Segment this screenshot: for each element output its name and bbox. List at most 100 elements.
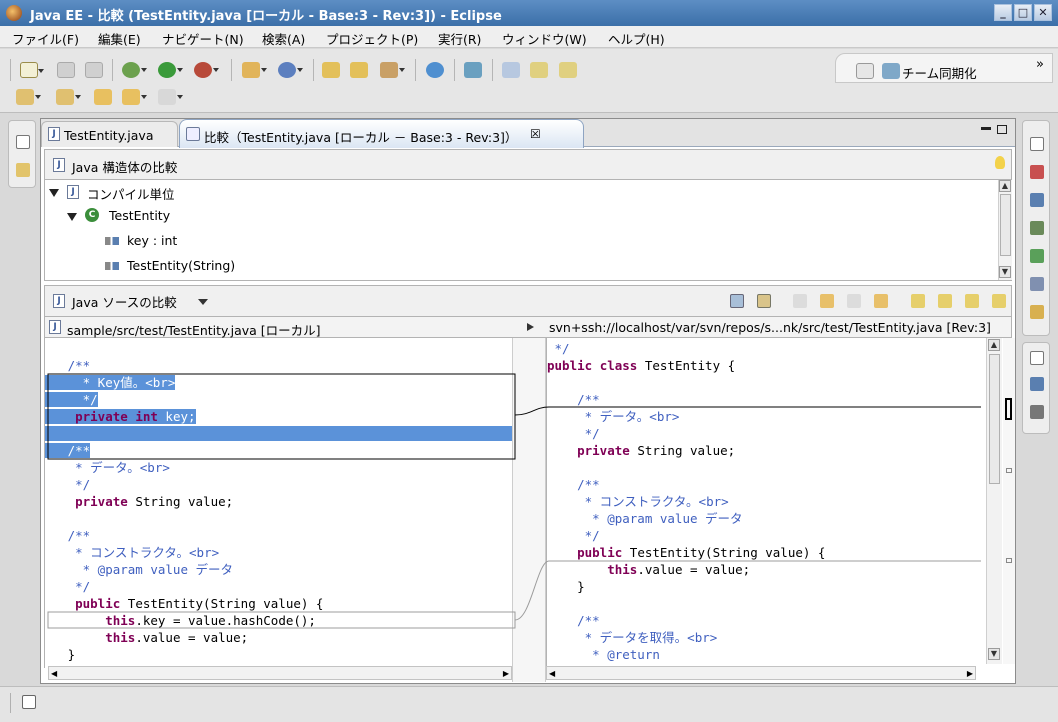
menu-edit[interactable]: 編集(E): [98, 29, 141, 48]
new-web-service-icon[interactable]: [278, 62, 303, 78]
code-line[interactable]: * コンストラクタ。<br>: [45, 544, 219, 561]
collapse-triangle-icon[interactable]: [49, 189, 59, 197]
code-line[interactable]: */: [547, 340, 570, 357]
copy-current-left-to-right-icon[interactable]: [847, 294, 861, 308]
code-line[interactable]: * @param value データ: [45, 561, 233, 578]
code-line[interactable]: /**: [45, 527, 91, 544]
overview-ruler-diff-marker[interactable]: [1006, 558, 1012, 563]
run-icon[interactable]: [158, 62, 183, 78]
copy-all-right-to-left-icon[interactable]: [820, 294, 834, 308]
tree-item-field-key[interactable]: key : int: [127, 233, 177, 248]
code-line[interactable]: [45, 425, 512, 442]
next-change-icon[interactable]: [965, 294, 979, 308]
code-line[interactable]: * データ。<br>: [45, 459, 170, 476]
code-line[interactable]: this.key = value.hashCode();: [45, 612, 316, 629]
perspective-team-sync-label[interactable]: チーム同期化: [902, 63, 977, 82]
forward-icon[interactable]: [158, 89, 183, 105]
scrollbar-thumb[interactable]: [1000, 194, 1011, 256]
minimize-editor-icon[interactable]: [981, 127, 991, 130]
maximize-button[interactable]: □: [1014, 4, 1032, 21]
servers-view-icon[interactable]: [1030, 249, 1044, 263]
next-edit-icon[interactable]: [16, 89, 41, 105]
copy-right-to-left-icon[interactable]: [527, 323, 534, 331]
synchronize-icon[interactable]: [464, 62, 482, 78]
code-line[interactable]: this.value = value;: [547, 561, 750, 578]
restore-icon[interactable]: [16, 135, 30, 149]
code-line[interactable]: * @return: [547, 646, 660, 663]
left-source-pane[interactable]: /** * Key値。<br> */ private int key; /** …: [44, 338, 512, 668]
tab-compare[interactable]: 比較（TestEntity.java [ローカル － Base:3 - Rev:…: [179, 119, 584, 148]
code-line[interactable]: /**: [45, 357, 91, 374]
scroll-left-arrow[interactable]: ◀: [51, 669, 57, 678]
overview-ruler-diff-marker[interactable]: [1006, 468, 1012, 473]
perspective-overflow-chevron[interactable]: »: [1036, 57, 1044, 72]
structure-vertical-scrollbar[interactable]: ▲ ▼: [998, 180, 1012, 280]
code-line[interactable]: private String value;: [547, 442, 735, 459]
tree-item-compilation-unit[interactable]: コンパイル単位: [87, 184, 175, 203]
lightbulb-icon[interactable]: [995, 156, 1005, 169]
code-line[interactable]: this.value = value;: [45, 629, 248, 646]
code-line[interactable]: */: [45, 476, 90, 493]
right-source-pane[interactable]: */public class TestEntity { /** * データ。<b…: [546, 338, 986, 668]
tree-item-constructor[interactable]: TestEntity(String): [127, 258, 235, 273]
open-perspective-icon[interactable]: [856, 63, 874, 79]
team-sync-perspective-icon[interactable]: [882, 63, 900, 79]
code-line[interactable]: /**: [547, 476, 600, 493]
open-resource-icon[interactable]: [350, 62, 368, 78]
back-icon[interactable]: [122, 89, 147, 105]
maximize-editor-icon[interactable]: [997, 125, 1007, 134]
code-line[interactable]: /**: [547, 612, 600, 629]
left-horizontal-scrollbar[interactable]: ◀ ▶: [48, 666, 512, 680]
restore-icon[interactable]: [1030, 351, 1044, 365]
minimize-button[interactable]: _: [994, 4, 1012, 21]
scroll-up-arrow[interactable]: ▲: [999, 180, 1011, 192]
menu-file[interactable]: ファイル(F): [12, 29, 79, 48]
previous-annotation-icon[interactable]: [559, 62, 577, 78]
next-annotation-icon[interactable]: [530, 62, 548, 78]
collapse-triangle-icon[interactable]: [67, 213, 77, 221]
copy-current-right-to-left-icon[interactable]: [874, 294, 888, 308]
menu-project[interactable]: プロジェクト(P): [326, 29, 418, 48]
print-icon[interactable]: [85, 62, 103, 78]
code-line[interactable]: }: [45, 646, 76, 663]
web-browser-icon[interactable]: [426, 62, 444, 78]
menu-window[interactable]: ウィンドウ(W): [502, 29, 587, 48]
code-line[interactable]: }: [547, 578, 585, 595]
history-view-icon[interactable]: [1030, 305, 1044, 319]
code-line[interactable]: private int key;: [45, 408, 196, 425]
scroll-up-arrow[interactable]: ▲: [988, 339, 1000, 351]
previous-edit-icon[interactable]: [56, 89, 81, 105]
scroll-right-arrow[interactable]: ▶: [503, 669, 509, 678]
previous-change-icon[interactable]: [992, 294, 1006, 308]
scroll-right-arrow[interactable]: ▶: [967, 669, 973, 678]
restore-icon[interactable]: [1030, 137, 1044, 151]
save-icon[interactable]: [57, 62, 75, 78]
code-line[interactable]: public TestEntity(String value) {: [547, 544, 825, 561]
declaration-view-icon[interactable]: [1030, 221, 1044, 235]
tree-item-class[interactable]: TestEntity: [109, 208, 170, 223]
code-line[interactable]: */: [45, 391, 98, 408]
two-way-compare-icon[interactable]: [730, 294, 744, 308]
console-view-icon[interactable]: [1030, 277, 1044, 291]
overview-ruler[interactable]: [1003, 338, 1015, 664]
code-line[interactable]: * データ。<br>: [547, 408, 680, 425]
ancestor-pane-icon[interactable]: [757, 294, 771, 308]
scroll-down-arrow[interactable]: ▼: [999, 266, 1011, 278]
scroll-left-arrow[interactable]: ◀: [549, 669, 555, 678]
new-wizard-icon[interactable]: [20, 62, 44, 78]
code-line[interactable]: /**: [547, 391, 600, 408]
code-line[interactable]: * データを取得。<br>: [547, 629, 718, 646]
menu-navigate[interactable]: ナビゲート(N): [162, 29, 244, 48]
scrollbar-thumb[interactable]: [989, 354, 1000, 484]
next-difference-icon[interactable]: [911, 294, 925, 308]
code-line[interactable]: */: [45, 578, 90, 595]
code-line[interactable]: private String value;: [45, 493, 233, 510]
open-type-icon[interactable]: [322, 62, 340, 78]
menu-run[interactable]: 実行(R): [438, 29, 481, 48]
fast-view-icon[interactable]: [22, 695, 36, 709]
task-list-icon[interactable]: [1030, 405, 1044, 419]
javadoc-view-icon[interactable]: [1030, 193, 1044, 207]
new-server-icon[interactable]: [242, 62, 267, 78]
menu-help[interactable]: ヘルプ(H): [608, 29, 665, 48]
package-explorer-icon[interactable]: [16, 163, 30, 177]
